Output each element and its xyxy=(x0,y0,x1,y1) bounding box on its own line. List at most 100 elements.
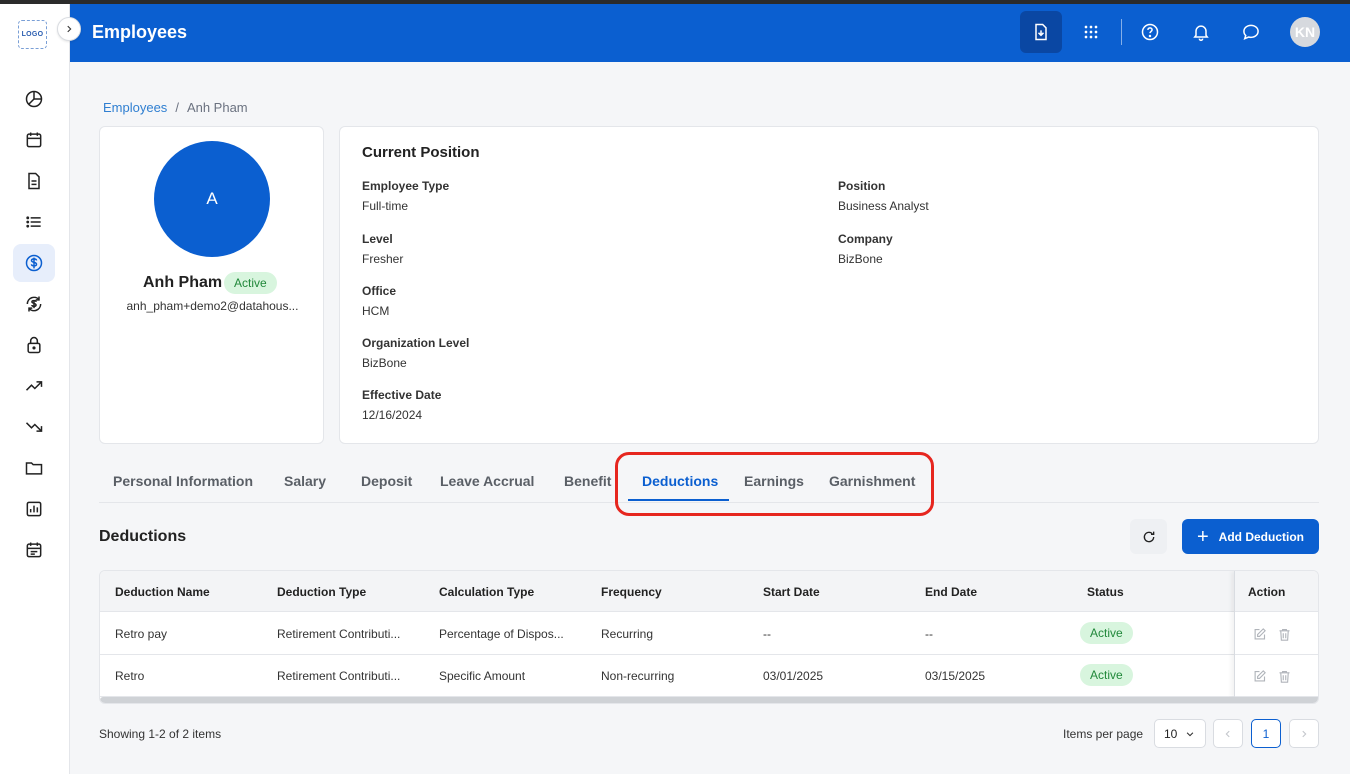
plus-icon: + xyxy=(1196,525,1209,548)
sidebar-item-files[interactable] xyxy=(13,449,55,487)
field-value: Fresher xyxy=(362,252,404,266)
sidebar-item-compensation[interactable] xyxy=(13,285,55,323)
next-page-button[interactable] xyxy=(1289,719,1319,748)
cell-frequency: Recurring xyxy=(601,627,654,641)
page-1-button[interactable]: 1 xyxy=(1251,719,1281,748)
logo: LOGO xyxy=(18,20,47,49)
row-actions xyxy=(1252,627,1292,642)
help-icon xyxy=(1141,23,1159,41)
field-value: Business Analyst xyxy=(838,199,929,213)
column-deduction-name[interactable]: Deduction Name xyxy=(115,585,210,599)
table-header: Deduction Name Deduction Type Calculatio… xyxy=(100,571,1318,612)
showing-items-text: Showing 1-2 of 2 items xyxy=(99,727,222,741)
breadcrumb-employees-link[interactable]: Employees xyxy=(103,100,167,115)
list-icon xyxy=(26,216,41,228)
trending-up-icon xyxy=(25,381,43,391)
sidebar-item-reports[interactable] xyxy=(13,490,55,528)
breadcrumb-current: Anh Pham xyxy=(186,100,248,115)
user-avatar[interactable]: KN xyxy=(1290,17,1320,47)
cell-frequency: Non-recurring xyxy=(601,669,675,683)
sidebar-item-dashboard[interactable] xyxy=(13,80,55,118)
apps-button[interactable] xyxy=(1070,11,1112,53)
sidebar-item-decline[interactable] xyxy=(13,408,55,446)
edit-icon[interactable] xyxy=(1252,627,1267,642)
sidebar-item-list[interactable] xyxy=(13,203,55,241)
sidebar-item-payroll[interactable] xyxy=(13,244,55,282)
cell-end-date: -- xyxy=(925,627,933,641)
field-label: Employee Type xyxy=(362,179,450,193)
download-button[interactable] xyxy=(1020,11,1062,53)
help-button[interactable] xyxy=(1129,11,1171,53)
chevron-left-icon xyxy=(1225,730,1230,737)
cell-end-date: 03/15/2025 xyxy=(925,669,986,683)
refresh-icon xyxy=(1143,531,1154,542)
sidebar-item-growth[interactable] xyxy=(13,367,55,405)
field-organization-level: Organization Level BizBone xyxy=(362,336,469,370)
dollar-cycle-icon xyxy=(26,296,42,312)
bar-report-icon xyxy=(26,501,42,517)
cell-calculation-type: Specific Amount xyxy=(439,669,526,683)
field-effective-date: Effective Date 12/16/2024 xyxy=(362,388,441,422)
items-per-page-select[interactable]: 10 xyxy=(1154,719,1206,748)
profile-card: A Anh Pham Active anh_pham+demo2@datahou… xyxy=(99,126,324,444)
folder-icon xyxy=(25,462,43,475)
header-divider xyxy=(1121,19,1122,45)
field-label: Position xyxy=(838,179,886,193)
edit-icon[interactable] xyxy=(1252,669,1267,684)
column-end-date[interactable]: End Date xyxy=(925,585,977,599)
cell-start-date: 03/01/2025 xyxy=(763,669,824,683)
sidebar-expand-button[interactable] xyxy=(57,17,81,41)
file-download-icon xyxy=(1035,23,1047,41)
tab-personal-information[interactable]: Personal Information xyxy=(113,473,253,489)
sidebar-item-documents[interactable] xyxy=(13,162,55,200)
column-start-date[interactable]: Start Date xyxy=(763,585,820,599)
cell-deduction-name: Retro xyxy=(115,669,145,683)
dollar-icon xyxy=(25,254,43,272)
top-header: Employees KN xyxy=(70,4,1350,62)
items-per-page-label: Items per page xyxy=(1063,727,1144,741)
column-deduction-type[interactable]: Deduction Type xyxy=(277,585,366,599)
tab-salary[interactable]: Salary xyxy=(284,473,326,489)
document-icon xyxy=(28,172,40,190)
column-status[interactable]: Status xyxy=(1087,585,1124,599)
field-value: BizBone xyxy=(838,252,883,266)
delete-icon[interactable] xyxy=(1277,627,1292,642)
column-calculation-type[interactable]: Calculation Type xyxy=(439,585,534,599)
profile-avatar: A xyxy=(154,141,270,257)
cell-calculation-type: Percentage of Dispos... xyxy=(439,627,564,641)
sidebar-item-schedule[interactable] xyxy=(13,531,55,569)
chevron-right-icon xyxy=(1302,730,1307,737)
tab-benefit[interactable]: Benefit xyxy=(564,473,611,489)
sidebar-item-security[interactable] xyxy=(13,326,55,364)
messages-button[interactable] xyxy=(1230,11,1272,53)
sidebar-item-calendar[interactable] xyxy=(13,121,55,159)
table-row[interactable]: Retro pay Retirement Contributi... Perce… xyxy=(100,613,1318,655)
cell-start-date: -- xyxy=(763,627,771,641)
field-value: BizBone xyxy=(362,356,407,370)
prev-page-button[interactable] xyxy=(1213,719,1243,748)
add-deduction-button[interactable]: + Add Deduction xyxy=(1182,519,1319,554)
field-company: Company BizBone xyxy=(838,232,893,266)
tab-deposit[interactable]: Deposit xyxy=(361,473,412,489)
chevron-right-icon xyxy=(67,25,72,33)
refresh-button[interactable] xyxy=(1130,519,1167,554)
table-row[interactable]: Retro Retirement Contributi... Specific … xyxy=(100,655,1318,697)
page-title: Employees xyxy=(92,22,188,42)
cell-deduction-type: Retirement Contributi... xyxy=(277,627,401,641)
field-office: Office HCM xyxy=(362,284,396,318)
profile-email: anh_pham+demo2@datahous... xyxy=(126,299,299,313)
current-position-title: Current Position xyxy=(362,144,480,161)
horizontal-scrollbar[interactable] xyxy=(100,697,1318,703)
cell-status-badge: Active xyxy=(1080,622,1133,644)
field-label: Level xyxy=(362,232,393,246)
delete-icon[interactable] xyxy=(1277,669,1292,684)
notifications-button[interactable] xyxy=(1180,11,1222,53)
column-frequency[interactable]: Frequency xyxy=(601,585,662,599)
deductions-table: Deduction Name Deduction Type Calculatio… xyxy=(99,570,1319,704)
deductions-title: Deductions xyxy=(99,528,187,545)
field-value: HCM xyxy=(362,304,390,318)
lock-icon xyxy=(27,336,41,354)
field-label: Effective Date xyxy=(362,388,442,402)
add-deduction-label: Add Deduction xyxy=(1218,529,1304,544)
tab-leave-accrual[interactable]: Leave Accrual xyxy=(440,473,534,489)
